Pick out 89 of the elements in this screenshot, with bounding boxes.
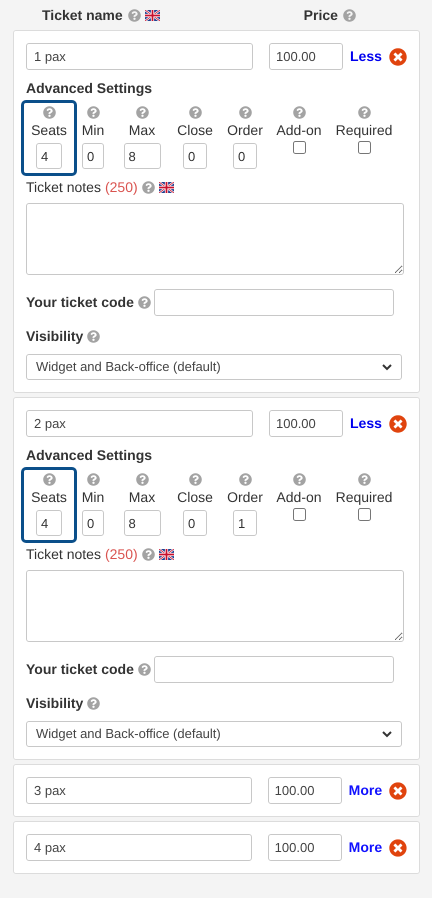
flag-icon	[158, 182, 174, 193]
price-field[interactable]: 100.00	[269, 410, 343, 437]
field-label: Max	[128, 121, 156, 139]
help-icon[interactable]	[128, 8, 141, 22]
checkbox[interactable]	[358, 141, 370, 154]
help-icon[interactable]	[238, 473, 252, 486]
number-field[interactable]: 0	[183, 143, 207, 169]
ticket-name-field[interactable]: 4 pax	[26, 834, 252, 861]
remove-icon[interactable]	[389, 782, 407, 800]
field-label: Order	[227, 121, 263, 139]
help-icon[interactable]	[188, 106, 202, 119]
flag-icon	[158, 549, 174, 560]
toggle-link[interactable]: More	[348, 837, 382, 858]
help-icon[interactable]	[292, 106, 306, 119]
chevron-icon	[382, 730, 392, 738]
help-icon[interactable]	[42, 106, 56, 119]
help-icon[interactable]	[358, 106, 370, 119]
field-label: Add-on	[276, 488, 322, 506]
help-icon[interactable]	[136, 473, 148, 486]
field-label: Close	[177, 121, 213, 139]
help-icon[interactable]	[42, 473, 56, 486]
field-label: Min	[82, 121, 104, 139]
help-icon[interactable]	[87, 330, 100, 343]
field-label: Add-on	[276, 121, 322, 139]
column-heading: Price	[304, 6, 338, 24]
code-label: Your ticket code	[26, 660, 134, 679]
price-field[interactable]: 100.00	[269, 43, 343, 70]
help-icon[interactable]	[238, 106, 252, 119]
notes-field[interactable]	[26, 203, 404, 275]
number-field[interactable]: 1	[233, 510, 257, 536]
help-icon[interactable]	[292, 473, 306, 486]
help-icon[interactable]	[358, 473, 370, 486]
field-label: Close	[177, 488, 213, 506]
checkbox[interactable]	[358, 508, 370, 521]
number-field[interactable]: 0	[233, 143, 257, 169]
field-label: Seats	[31, 488, 67, 506]
price-field[interactable]: 100.00	[268, 777, 342, 804]
help-icon[interactable]	[86, 106, 100, 119]
toggle-link[interactable]: Less	[350, 46, 382, 67]
price-field[interactable]: 100.00	[268, 834, 342, 861]
remove-icon[interactable]	[388, 48, 407, 66]
number-field[interactable]: 4	[36, 510, 62, 536]
field-label: Min	[82, 488, 104, 506]
help-icon[interactable]	[138, 663, 151, 676]
char-count: (250)	[104, 178, 138, 197]
visibility-label: Visibility	[26, 327, 84, 346]
code-label: Your ticket code	[26, 293, 134, 312]
help-icon[interactable]	[86, 473, 100, 486]
field-label: Seats	[31, 121, 67, 139]
column-heading: Ticket name	[42, 6, 123, 24]
code-field[interactable]	[154, 656, 394, 683]
help-icon[interactable]	[138, 296, 151, 309]
section-title: Advanced Settings	[26, 446, 154, 465]
help-icon[interactable]	[142, 548, 155, 561]
help-icon[interactable]	[136, 106, 148, 119]
help-icon[interactable]	[342, 8, 356, 22]
chevron-icon	[382, 364, 392, 370]
field-label: Max	[128, 488, 156, 506]
ticket-name-field[interactable]: 1 pax	[26, 43, 253, 70]
help-icon[interactable]	[87, 697, 100, 710]
checkbox[interactable]	[292, 141, 306, 154]
code-field[interactable]	[154, 289, 394, 316]
number-field[interactable]: 8	[124, 143, 160, 169]
toggle-link[interactable]: More	[348, 780, 382, 801]
field-label: Required	[336, 488, 392, 506]
number-field[interactable]: 0	[82, 143, 104, 169]
ticket-name-field[interactable]: 3 pax	[26, 777, 252, 804]
notes-field[interactable]	[26, 570, 404, 642]
visibility-select[interactable]: Widget and Back-office (default)	[26, 721, 402, 747]
number-field[interactable]: 4	[36, 143, 62, 169]
field-label: Order	[227, 488, 263, 506]
number-field[interactable]: 0	[183, 510, 207, 536]
help-icon[interactable]	[188, 473, 202, 486]
flag-icon	[144, 10, 160, 20]
remove-icon[interactable]	[389, 838, 407, 856]
section-title: Advanced Settings	[26, 79, 154, 98]
field-label: Required	[336, 121, 392, 139]
remove-icon[interactable]	[388, 414, 407, 432]
help-icon[interactable]	[142, 181, 155, 194]
notes-label: Ticket notes	[26, 545, 101, 564]
toggle-link[interactable]: Less	[350, 413, 382, 434]
char-count: (250)	[104, 545, 138, 564]
visibility-select[interactable]: Widget and Back-office (default)	[26, 354, 402, 380]
ticket-name-field[interactable]: 2 pax	[26, 410, 253, 437]
visibility-label: Visibility	[26, 694, 84, 713]
notes-label: Ticket notes	[26, 178, 101, 197]
checkbox[interactable]	[292, 508, 306, 521]
number-field[interactable]: 8	[124, 510, 160, 536]
number-field[interactable]: 0	[82, 510, 104, 536]
